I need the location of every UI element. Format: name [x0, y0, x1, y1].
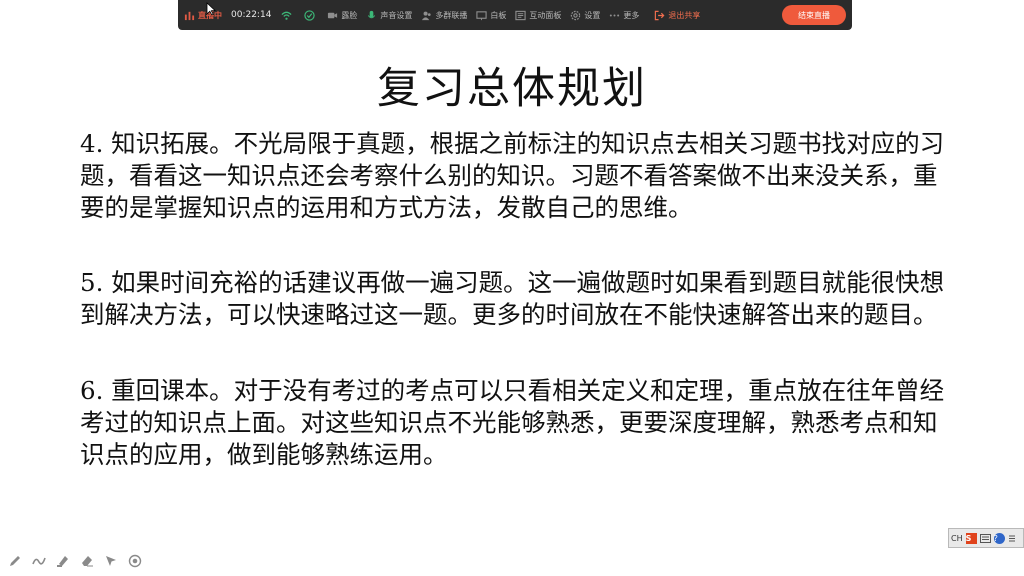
more-dots-icon [610, 13, 620, 17]
pen-toolbar [8, 550, 152, 570]
user-group-icon [422, 11, 432, 20]
more-label: 更多 [623, 10, 640, 20]
laser-icon[interactable] [128, 553, 142, 568]
camera-icon [328, 12, 338, 18]
face-button[interactable]: 露脸 [327, 10, 357, 21]
microphone-icon [368, 10, 376, 18]
slide-paragraph: 5. 如果时间充裕的话建议再做一遍习题。这一遍做题时如果看到题目就能很快想到解决… [80, 268, 945, 329]
slide-paragraph: 4. 知识拓展。不光局限于真题，根据之前标注的知识点去相关习题书找对应的习题，看… [80, 129, 945, 222]
panel-icon [515, 10, 527, 20]
sound-settings-label: 声音设置 [380, 10, 413, 20]
settings-button[interactable]: 设置 [570, 10, 600, 21]
multi-link-label: 多群联播 [435, 10, 468, 20]
face-label: 露脸 [341, 10, 358, 20]
end-live-button[interactable]: 结束直播 [782, 5, 846, 25]
gear-icon [571, 10, 581, 20]
ime-language-bar[interactable]: CH S ? [948, 528, 1024, 548]
slide-title: 复习总体规划 [377, 64, 647, 114]
network-status [304, 9, 318, 21]
ime-options-icon[interactable] [1008, 534, 1016, 543]
live-status: 直播中 [184, 10, 222, 21]
eraser-icon[interactable] [80, 553, 94, 567]
whiteboard-icon [476, 10, 488, 20]
interactive-panel-label: 互动面板 [529, 10, 562, 20]
wifi-status [281, 10, 295, 21]
interactive-panel-button[interactable]: 互动面板 [515, 10, 561, 21]
exit-icon [655, 10, 665, 20]
live-toolbar: 直播中 00:22:14 露脸 声音设置 多群联播 白板 互动面板 设置 更多 … [178, 0, 852, 30]
network-icon [304, 9, 316, 21]
sound-settings-button[interactable]: 声音设置 [366, 10, 412, 21]
live-bars-icon [184, 11, 195, 20]
ime-brand-icon[interactable]: S [965, 532, 977, 544]
whiteboard-button[interactable]: 白板 [476, 10, 506, 21]
exit-share-button[interactable]: 退出共享 [654, 10, 700, 21]
ime-help-icon[interactable]: ? [993, 532, 1005, 544]
ime-language-label[interactable]: CH [951, 534, 963, 543]
mouse-cursor-icon [206, 2, 216, 16]
wifi-icon [281, 11, 292, 20]
pen-icon[interactable] [8, 553, 22, 567]
pointer-icon[interactable] [104, 553, 118, 567]
live-timer: 00:22:14 [231, 10, 272, 20]
highlighter-icon[interactable] [56, 553, 70, 567]
settings-label: 设置 [584, 10, 601, 20]
slide-paragraph: 6. 重回课本。对于没有考过的考点可以只看相关定义和定理，重点放在往年曾经考过的… [80, 376, 945, 469]
whiteboard-label: 白板 [490, 10, 507, 20]
exit-share-label: 退出共享 [668, 10, 701, 20]
multi-link-button[interactable]: 多群联播 [421, 10, 467, 21]
more-button[interactable]: 更多 [609, 10, 639, 21]
ime-keyboard-icon[interactable] [979, 533, 991, 543]
curve-icon[interactable] [32, 553, 46, 567]
